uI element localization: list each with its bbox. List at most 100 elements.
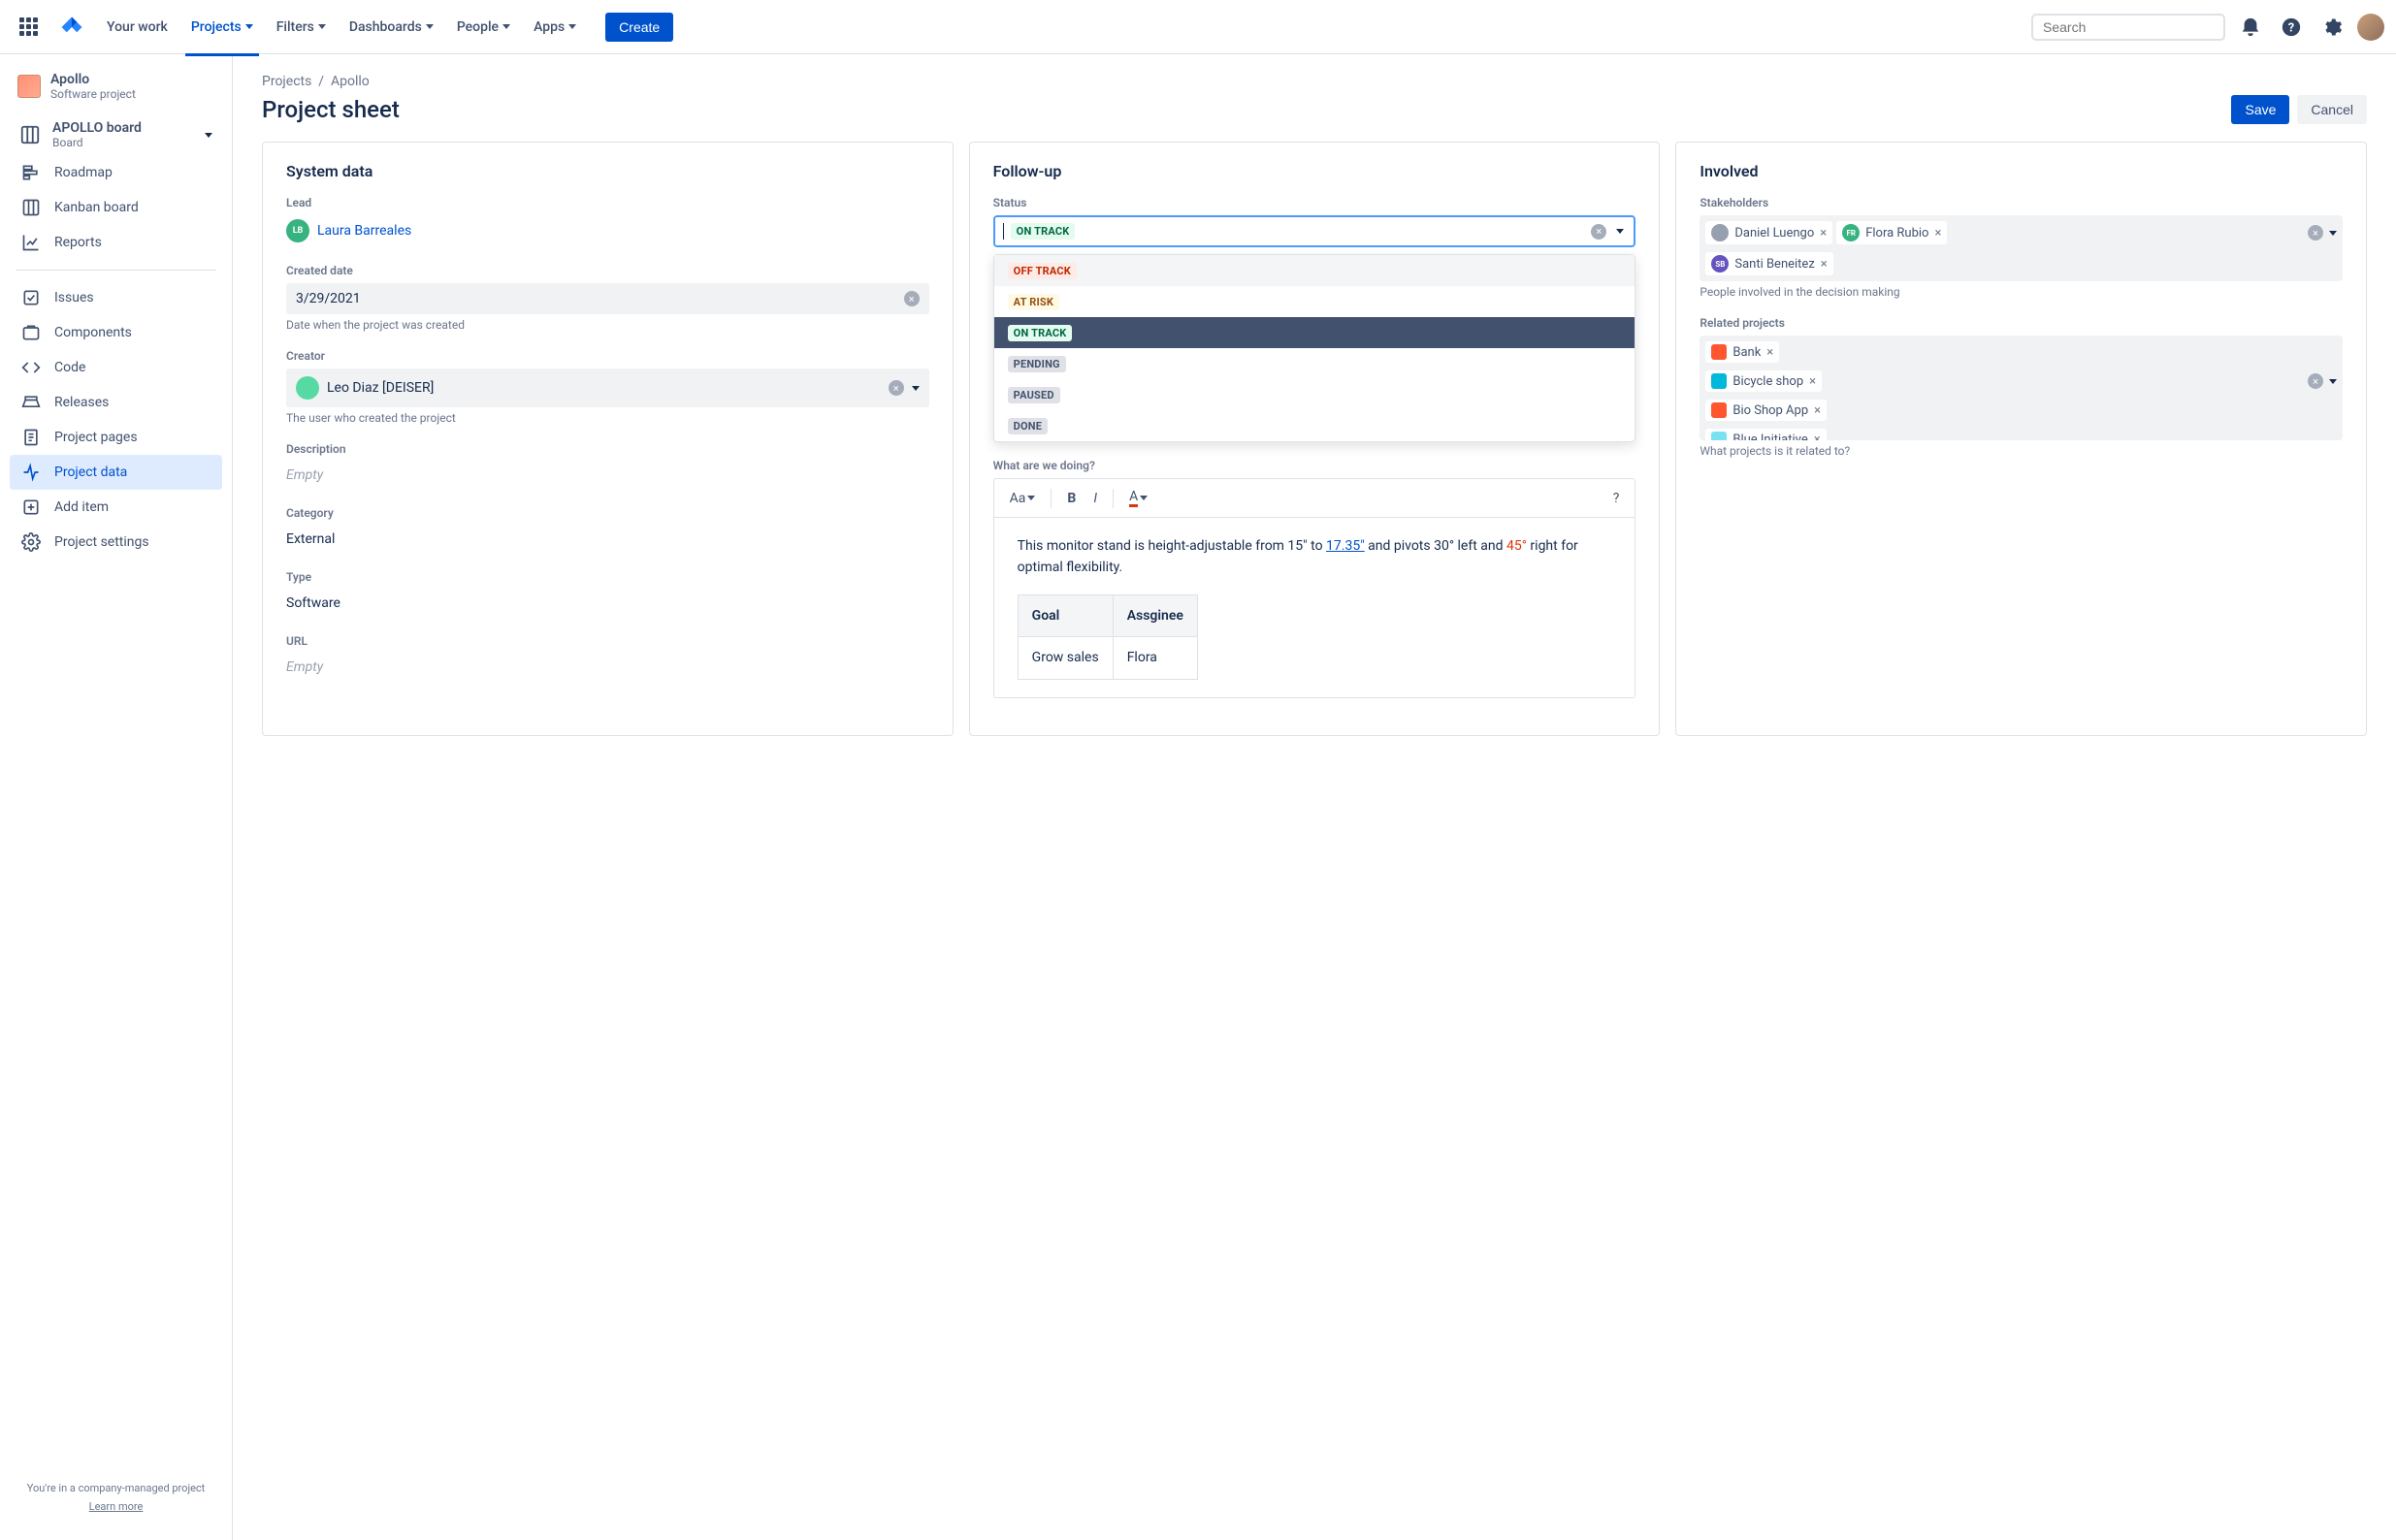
type-value[interactable]: Software xyxy=(286,590,929,617)
category-label: Category xyxy=(286,506,929,520)
remove-icon[interactable]: × xyxy=(1934,226,1941,241)
notifications-icon[interactable] xyxy=(2235,12,2266,43)
status-select[interactable]: ON TRACK × xyxy=(993,215,1636,247)
jira-logo-icon[interactable] xyxy=(60,16,83,39)
chevron-down-icon[interactable] xyxy=(2329,379,2337,384)
nav-filters[interactable]: Filters xyxy=(267,14,336,41)
settings-icon[interactable] xyxy=(2316,12,2347,43)
search-box[interactable] xyxy=(2031,14,2225,41)
chevron-down-icon xyxy=(1616,229,1624,234)
search-input[interactable] xyxy=(2043,19,2218,35)
board-select[interactable]: APOLLO board Board xyxy=(10,114,222,155)
remove-icon[interactable]: × xyxy=(1809,374,1816,389)
sidebar-releases[interactable]: Releases xyxy=(10,385,222,420)
chevron-down-icon xyxy=(1027,496,1035,500)
clear-icon[interactable]: × xyxy=(1591,224,1606,240)
components-icon xyxy=(21,323,41,342)
involved-card: Involved Stakeholders Daniel Luengo× FRF… xyxy=(1675,142,2367,736)
sidebar-issues[interactable]: Issues xyxy=(10,280,222,315)
status-option-paused[interactable]: PAUSED xyxy=(994,379,1635,410)
bold-button[interactable]: B xyxy=(1061,487,1082,510)
sidebar-settings[interactable]: Project settings xyxy=(10,525,222,560)
avatar-icon xyxy=(1711,224,1729,241)
main-content: Projects / Apollo Project sheet Save Can… xyxy=(233,54,2396,1540)
chevron-down-icon xyxy=(426,24,434,29)
nav-dashboards[interactable]: Dashboards xyxy=(340,14,443,41)
project-icon xyxy=(17,75,41,98)
app-switcher-icon[interactable] xyxy=(17,16,41,39)
remove-icon[interactable]: × xyxy=(1814,433,1821,441)
avatar-icon: LB xyxy=(286,219,309,242)
nav-your-work[interactable]: Your work xyxy=(97,14,178,41)
category-value[interactable]: External xyxy=(286,526,929,553)
url-value[interactable]: Empty xyxy=(286,654,929,681)
chevron-down-icon xyxy=(912,386,920,391)
save-button[interactable]: Save xyxy=(2231,95,2289,124)
status-option-offtrack[interactable]: OFF TRACK xyxy=(994,255,1635,286)
italic-button[interactable]: I xyxy=(1087,487,1103,510)
chevron-down-icon xyxy=(205,133,212,138)
related-chip[interactable]: Bicycle shop× xyxy=(1705,370,1822,392)
card-title: System data xyxy=(286,162,929,180)
sidebar-pages[interactable]: Project pages xyxy=(10,420,222,455)
remove-icon[interactable]: × xyxy=(1766,345,1773,360)
table-cell[interactable]: Flora xyxy=(1113,637,1197,679)
status-dropdown: OFF TRACK AT RISK ON TRACK PENDING PAUSE… xyxy=(993,254,1636,442)
stakeholders-box[interactable]: Daniel Luengo× FRFlora Rubio× × SBSanti … xyxy=(1700,215,2343,281)
clear-icon[interactable]: × xyxy=(2308,373,2323,389)
remove-icon[interactable]: × xyxy=(1814,403,1821,418)
sidebar-roadmap[interactable]: Roadmap xyxy=(10,155,222,190)
creator-select[interactable]: Leo Diaz [DEISER] × xyxy=(286,369,929,407)
clear-icon[interactable]: × xyxy=(904,291,920,306)
nav-projects[interactable]: Projects xyxy=(181,14,263,41)
related-chip[interactable]: Bio Shop App× xyxy=(1705,400,1827,421)
help-icon[interactable]: ? xyxy=(2276,12,2307,43)
text-style-button[interactable]: Aa xyxy=(1004,487,1042,510)
remove-icon[interactable]: × xyxy=(1820,226,1827,241)
lead-user[interactable]: LB Laura Barreales xyxy=(286,215,929,246)
status-option-done[interactable]: DONE xyxy=(994,410,1635,441)
clear-icon[interactable]: × xyxy=(2308,225,2323,241)
sidebar-code[interactable]: Code xyxy=(10,350,222,385)
sidebar-components[interactable]: Components xyxy=(10,315,222,350)
stakeholder-chip[interactable]: Daniel Luengo× xyxy=(1705,221,1832,244)
table-cell[interactable]: Grow sales xyxy=(1018,637,1113,679)
stakeholder-chip[interactable]: SBSanti Beneitez× xyxy=(1705,252,1832,275)
project-icon xyxy=(1711,344,1727,360)
status-option-pending[interactable]: PENDING xyxy=(994,348,1635,379)
status-option-atrisk[interactable]: AT RISK xyxy=(994,286,1635,317)
created-date-input[interactable]: 3/29/2021 × xyxy=(286,283,929,314)
breadcrumb-current[interactable]: Apollo xyxy=(331,74,370,89)
creator-label: Creator xyxy=(286,349,929,363)
project-icon xyxy=(1711,373,1727,389)
chevron-down-icon[interactable] xyxy=(2329,231,2337,236)
related-chip[interactable]: Bank× xyxy=(1705,341,1779,363)
remove-icon[interactable]: × xyxy=(1821,257,1828,272)
height-link[interactable]: 17.35" xyxy=(1326,538,1365,554)
related-projects-box[interactable]: Bank× Bicycle shop× × Bio Shop App× Blue… xyxy=(1700,336,2343,440)
help-button[interactable]: ? xyxy=(1607,487,1626,510)
sidebar-project-data[interactable]: Project data xyxy=(10,455,222,490)
user-avatar[interactable] xyxy=(2357,14,2384,41)
sidebar-reports[interactable]: Reports xyxy=(10,225,222,260)
status-badge: ON TRACK xyxy=(1011,223,1076,240)
board-sub: Board xyxy=(52,136,142,149)
related-chip[interactable]: Blue Initiative× xyxy=(1705,429,1826,440)
page-title: Project sheet xyxy=(262,96,400,123)
cancel-button[interactable]: Cancel xyxy=(2297,95,2367,124)
board-icon xyxy=(19,124,41,145)
editor-body[interactable]: This monitor stand is height-adjustable … xyxy=(993,517,1636,698)
clear-icon[interactable]: × xyxy=(889,380,904,396)
sidebar-kanban[interactable]: Kanban board xyxy=(10,190,222,225)
text-color-button[interactable]: A xyxy=(1123,485,1153,511)
nav-people[interactable]: People xyxy=(447,14,520,41)
stakeholder-chip[interactable]: FRFlora Rubio× xyxy=(1836,221,1947,244)
create-button[interactable]: Create xyxy=(605,13,673,42)
learn-more-link[interactable]: Learn more xyxy=(19,1500,212,1513)
nav-apps[interactable]: Apps xyxy=(524,14,586,41)
breadcrumb-root[interactable]: Projects xyxy=(262,74,311,89)
sidebar-add-item[interactable]: Add item xyxy=(10,490,222,525)
status-option-ontrack[interactable]: ON TRACK xyxy=(994,317,1635,348)
description-value[interactable]: Empty xyxy=(286,462,929,489)
project-header: Apollo Software project xyxy=(10,72,222,114)
